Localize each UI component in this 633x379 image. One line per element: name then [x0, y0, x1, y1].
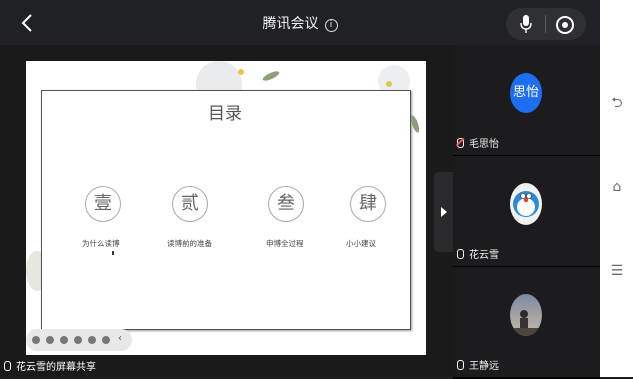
leaf-decoration: [261, 69, 281, 83]
seal-2: 贰: [172, 186, 208, 222]
grid-icon[interactable]: [60, 336, 68, 344]
meeting-title-text: 腾讯会议: [262, 16, 319, 32]
participant-list: 思怡 毛思怡 花云雪 王静远: [453, 45, 600, 379]
meeting-header: 腾讯会议 i: [0, 0, 600, 45]
participant-name-row: 花云雪: [457, 246, 499, 261]
participant-name: 花云雪: [469, 250, 499, 261]
menu-icon[interactable]: ☰: [608, 262, 626, 280]
avatar: [510, 183, 542, 225]
seal-3: 叁: [268, 186, 304, 222]
photo-avatar-icon: [510, 294, 542, 336]
bud-decoration: [238, 69, 244, 75]
share-owner-text: 花云雪的屏幕共享: [16, 362, 96, 373]
expand-panel-button[interactable]: [434, 172, 453, 252]
collapse-icon[interactable]: ‹: [118, 333, 122, 344]
seal-4: 肆: [350, 186, 386, 222]
home-icon[interactable]: ⌂: [608, 178, 626, 196]
pen-icon[interactable]: [46, 336, 54, 344]
participant-tile[interactable]: 思怡 毛思怡: [453, 45, 600, 157]
participant-name: 王静远: [469, 361, 499, 372]
share-owner-label: 花云雪的屏幕共享: [4, 358, 96, 373]
microphone-icon[interactable]: [520, 15, 532, 33]
avatar: 思怡: [510, 73, 542, 113]
participant-name-row: 毛思怡: [457, 135, 499, 150]
participant-tile[interactable]: 花云雪: [453, 156, 600, 268]
doraemon-avatar-icon: [510, 183, 542, 225]
participant-name-row: 王静远: [457, 357, 499, 372]
camera-icon[interactable]: [88, 336, 96, 344]
slide-title: 目录: [208, 104, 242, 124]
slide-item-label-1: 为什么读博: [82, 239, 120, 248]
microphone-icon: [457, 359, 464, 370]
avatar: [510, 294, 542, 336]
participant-tile[interactable]: 王静远: [453, 267, 600, 379]
divider: [545, 15, 546, 33]
zoom-icon[interactable]: [74, 336, 82, 344]
slide-item-label-3: 申博全过程: [266, 239, 304, 248]
mic-muted-icon: [457, 137, 464, 148]
bud-decoration: [386, 81, 392, 87]
shared-slide: 目录 壹 为什么读博 贰 读博前的准备 叁 申博全过程 肆 小小建议: [26, 61, 426, 355]
cursor-icon: [112, 251, 114, 255]
audio-record-controls: [506, 8, 586, 40]
participant-name: 毛思怡: [469, 139, 499, 150]
microphone-icon: [457, 248, 464, 259]
slide-item-label-4: 小小建议: [346, 239, 376, 248]
record-icon[interactable]: [556, 16, 574, 34]
slide-item-label-2: 读博前的准备: [167, 239, 212, 248]
back-icon[interactable]: ⮌: [608, 94, 626, 112]
more-icon[interactable]: [102, 336, 110, 344]
seal-1: 壹: [85, 186, 121, 222]
slide-toolbar[interactable]: ‹: [26, 329, 132, 351]
screen-share-area[interactable]: 目录 壹 为什么读博 贰 读博前的准备 叁 申博全过程 肆 小小建议 ‹ 花云雪…: [0, 45, 453, 377]
info-icon[interactable]: i: [324, 19, 338, 32]
prev-icon[interactable]: [32, 336, 40, 344]
microphone-icon: [4, 360, 11, 371]
system-navigation-bar: ⮌ ⌂ ☰: [600, 0, 633, 377]
